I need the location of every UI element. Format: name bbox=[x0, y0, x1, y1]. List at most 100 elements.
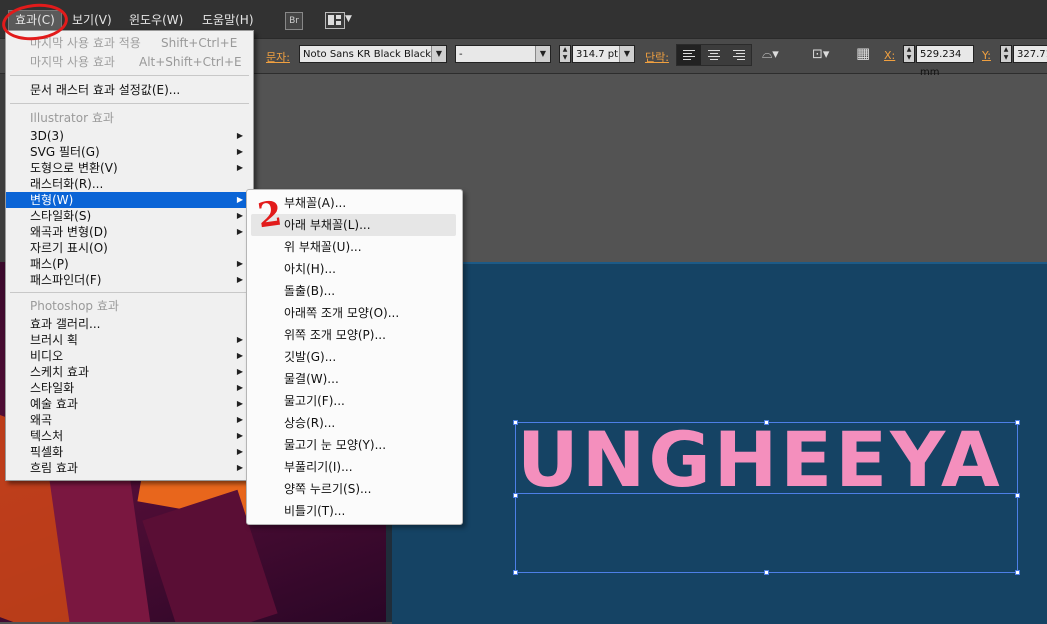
font-family-select[interactable]: Noto Sans KR Black Black ▼ bbox=[299, 45, 447, 63]
menu-item-label: 문서 래스터 효과 설정값(E)... bbox=[30, 83, 181, 97]
y-field[interactable]: 327.71 bbox=[1013, 45, 1047, 63]
menu-item[interactable]: SVG 필터(G) ▶ bbox=[6, 144, 253, 160]
workspace-layout-icon[interactable] bbox=[325, 12, 345, 29]
submenu-item[interactable]: 위쪽 조개 모양(P)... bbox=[247, 324, 462, 346]
font-style-select[interactable]: - ▼ bbox=[455, 45, 551, 63]
bridge-icon[interactable]: Br bbox=[285, 12, 303, 30]
menu-separator bbox=[10, 75, 249, 76]
submenu-item[interactable]: 부풀리기(I)... bbox=[247, 456, 462, 478]
resize-handle[interactable] bbox=[513, 493, 518, 498]
menu-item-label: 마지막 사용 효과 bbox=[30, 55, 115, 69]
submenu-item-label: 부풀리기(I)... bbox=[284, 460, 353, 474]
y-label[interactable]: Y: bbox=[982, 49, 991, 62]
submenu-item[interactable]: 돌출(B)... bbox=[247, 280, 462, 302]
resize-handle[interactable] bbox=[1015, 420, 1020, 425]
menu-item[interactable]: 자르기 표시(O) bbox=[6, 240, 253, 256]
submenu-arrow-icon: ▶ bbox=[236, 211, 243, 220]
selection-bounding-box[interactable] bbox=[515, 422, 1018, 573]
char-label[interactable]: 문자: bbox=[266, 49, 290, 65]
paragraph-label[interactable]: 단락: bbox=[645, 49, 669, 65]
submenu-item[interactable]: 아치(H)... bbox=[247, 258, 462, 280]
align-center-icon[interactable] bbox=[702, 45, 726, 65]
submenu-item[interactable]: 위 부채꼴(U)... bbox=[247, 236, 462, 258]
resize-handle[interactable] bbox=[1015, 493, 1020, 498]
font-size-value: 314.7 pt bbox=[576, 49, 619, 60]
menu-item-label: 스타일화 bbox=[30, 381, 75, 395]
submenu-item[interactable]: 물고기(F)... bbox=[247, 390, 462, 412]
menu-item[interactable]: 스케치 효과 ▶ bbox=[6, 364, 253, 380]
font-size-stepper[interactable]: ▲ ▼ bbox=[559, 45, 571, 63]
reference-point-icon[interactable]: ▦ bbox=[856, 44, 870, 62]
font-size-field[interactable]: 314.7 pt ▼ bbox=[572, 45, 635, 63]
submenu-item[interactable]: 상승(R)... bbox=[247, 412, 462, 434]
menu-item-label: SVG 필터(G) bbox=[30, 145, 100, 159]
menu-item-label: 예술 효과 bbox=[30, 397, 78, 411]
submenu-item-label: 아치(H)... bbox=[284, 262, 336, 276]
submenu-item[interactable]: 아래쪽 조개 모양(O)... bbox=[247, 302, 462, 324]
submenu-item-label: 아래쪽 조개 모양(O)... bbox=[284, 306, 400, 320]
submenu-item[interactable]: 물고기 눈 모양(Y)... bbox=[247, 434, 462, 456]
warp-text-icon[interactable]: ⌓▾ bbox=[762, 47, 779, 62]
menu-item-document-raster[interactable]: 문서 래스터 효과 설정값(E)... bbox=[6, 82, 253, 98]
chevron-down-icon[interactable]: ▼ bbox=[431, 46, 446, 62]
submenu-arrow-icon: ▶ bbox=[236, 367, 243, 376]
menu-item-label: 스타일화(S) bbox=[30, 209, 92, 223]
submenu-item[interactable]: 물결(W)... bbox=[247, 368, 462, 390]
menu-item-last-effect[interactable]: 마지막 사용 효과 Alt+Shift+Ctrl+E bbox=[6, 54, 253, 70]
submenu-arrow-icon: ▶ bbox=[236, 163, 243, 172]
menu-item-label: 왜곡과 변형(D) bbox=[30, 225, 108, 239]
y-stepper[interactable]: ▲ ▼ bbox=[1000, 45, 1012, 63]
align-left-icon[interactable] bbox=[677, 45, 701, 65]
transform-icon[interactable]: ⊡▾ bbox=[812, 47, 829, 62]
warp-submenu: 부채꼴(A)... 아래 부채꼴(L)... 위 부채꼴(U)... 아치(H)...… bbox=[246, 189, 463, 525]
submenu-item[interactable]: 비틀기(T)... bbox=[247, 500, 462, 522]
menu-separator bbox=[10, 103, 249, 104]
menu-item-label: 패스파인더(F) bbox=[30, 273, 102, 287]
x-label[interactable]: X: bbox=[884, 49, 895, 62]
chevron-down-icon[interactable]: ▼ bbox=[345, 14, 352, 24]
resize-handle[interactable] bbox=[764, 420, 769, 425]
menu-item[interactable]: 왜곡과 변형(D) ▶ bbox=[6, 224, 253, 240]
menu-item[interactable]: 패스(P) ▶ bbox=[6, 256, 253, 272]
submenu-item-label: 상승(R)... bbox=[284, 416, 336, 430]
menu-view[interactable]: 보기(V) bbox=[66, 10, 118, 30]
menu-item[interactable]: 효과 갤러리... bbox=[6, 316, 253, 332]
menu-item[interactable]: 래스터화(R)... bbox=[6, 176, 253, 192]
menu-item[interactable]: 흐림 효과 ▶ bbox=[6, 460, 253, 476]
submenu-arrow-icon: ▶ bbox=[236, 351, 243, 360]
menu-item[interactable]: 왜곡 ▶ bbox=[6, 412, 253, 428]
menu-item[interactable]: 텍스처 ▶ bbox=[6, 428, 253, 444]
submenu-item[interactable]: 양쪽 누르기(S)... bbox=[247, 478, 462, 500]
chevron-down-icon[interactable]: ▼ bbox=[535, 46, 550, 62]
menu-item[interactable]: 패스파인더(F) ▶ bbox=[6, 272, 253, 288]
menu-item[interactable]: 스타일화 ▶ bbox=[6, 380, 253, 396]
menu-item[interactable]: 도형으로 변환(V) ▶ bbox=[6, 160, 253, 176]
menu-window[interactable]: 윈도우(W) bbox=[123, 10, 189, 30]
x-field[interactable]: 529.234 mm bbox=[916, 45, 974, 78]
x-stepper[interactable]: ▲ ▼ bbox=[903, 45, 915, 63]
menu-item-label: 변형(W) bbox=[30, 193, 74, 207]
submenu-arrow-icon: ▶ bbox=[236, 259, 243, 268]
resize-handle[interactable] bbox=[513, 420, 518, 425]
submenu-arrow-icon: ▶ bbox=[236, 431, 243, 440]
chevron-down-icon[interactable]: ▼ bbox=[619, 46, 634, 62]
menu-item[interactable]: 3D(3) ▶ bbox=[6, 128, 253, 144]
submenu-arrow-icon: ▶ bbox=[236, 335, 243, 344]
menu-item[interactable]: 브러시 획 ▶ bbox=[6, 332, 253, 348]
resize-handle[interactable] bbox=[764, 570, 769, 575]
font-style-value: - bbox=[459, 49, 463, 60]
resize-handle[interactable] bbox=[1015, 570, 1020, 575]
menu-item-shortcut: Alt+Shift+Ctrl+E bbox=[139, 55, 242, 69]
menu-header-label: Photoshop 효과 bbox=[30, 299, 119, 313]
align-right-icon[interactable] bbox=[727, 45, 751, 65]
menu-item[interactable]: 비디오 ▶ bbox=[6, 348, 253, 364]
menu-help[interactable]: 도움말(H) bbox=[196, 10, 260, 30]
menu-header-illustrator: Illustrator 효과 bbox=[6, 110, 253, 126]
submenu-item[interactable]: 깃발(G)... bbox=[247, 346, 462, 368]
menu-item[interactable]: 예술 효과 ▶ bbox=[6, 396, 253, 412]
menu-item[interactable]: 변형(W) ▶ bbox=[6, 192, 253, 208]
menu-item[interactable]: 스타일화(S) ▶ bbox=[6, 208, 253, 224]
menu-item-label: 픽셀화 bbox=[30, 445, 64, 459]
menu-item[interactable]: 픽셀화 ▶ bbox=[6, 444, 253, 460]
resize-handle[interactable] bbox=[513, 570, 518, 575]
